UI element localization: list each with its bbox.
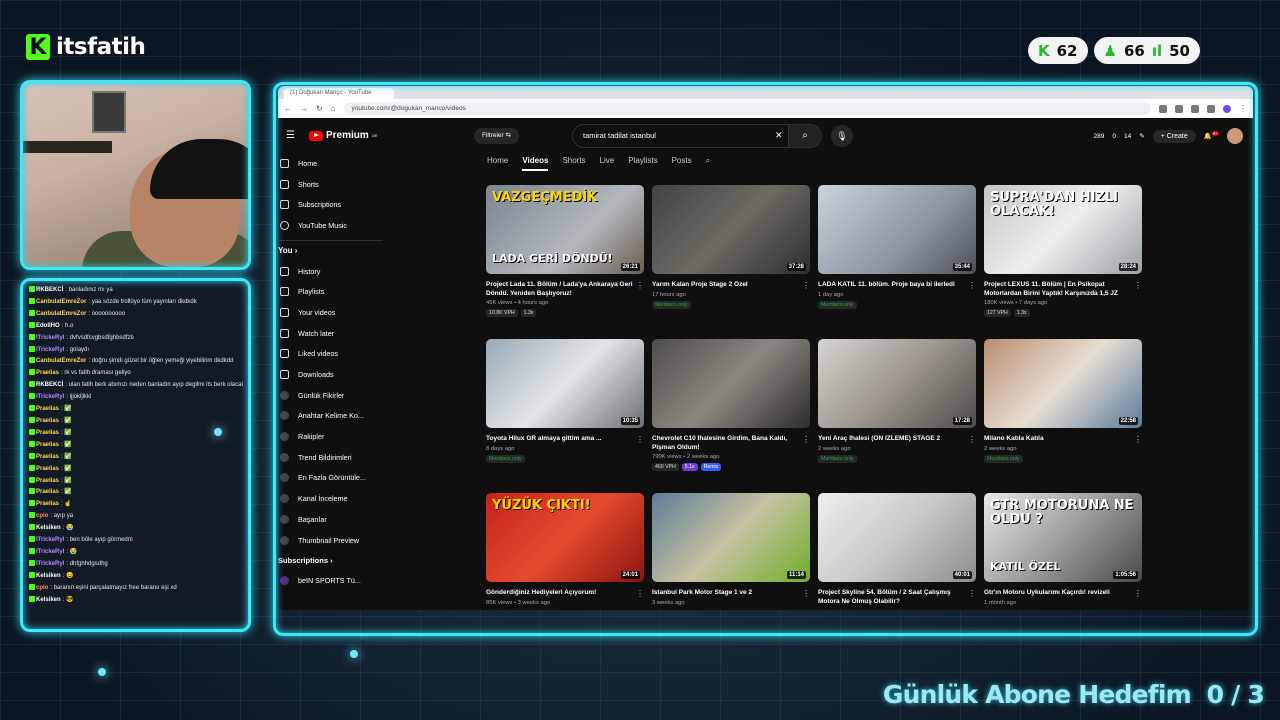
webcam-frame xyxy=(20,80,251,270)
goal-value: 0 / 3 xyxy=(1206,680,1265,709)
spark-decoration xyxy=(350,650,358,658)
kick-icon: K xyxy=(1038,41,1050,60)
goal-label: Günlük Abone Hedefim xyxy=(882,680,1192,709)
stream-stats: K 62 ♟ 66 ıl 50 xyxy=(1028,37,1200,64)
subscriber-goal: Günlük Abone Hedefim 0 / 3 xyxy=(882,680,1265,709)
channel-brand: K itsfatih xyxy=(26,34,146,60)
bars-icon: ıl xyxy=(1151,41,1163,60)
user-icon: ♟ xyxy=(1103,41,1117,60)
spark-decoration xyxy=(214,428,222,436)
stat-viewers: ♟ 66 ıl 50 xyxy=(1093,37,1200,64)
channel-name: itsfatih xyxy=(56,34,146,60)
stat-kick: K 62 xyxy=(1028,37,1088,64)
spark-decoration xyxy=(98,668,106,676)
stat-value: 50 xyxy=(1169,41,1190,60)
stat-value: 62 xyxy=(1056,41,1078,60)
browser-frame xyxy=(273,82,1258,636)
chat-frame xyxy=(20,278,251,632)
stat-value: 66 xyxy=(1123,41,1145,60)
kick-logo-icon: K xyxy=(26,34,50,60)
